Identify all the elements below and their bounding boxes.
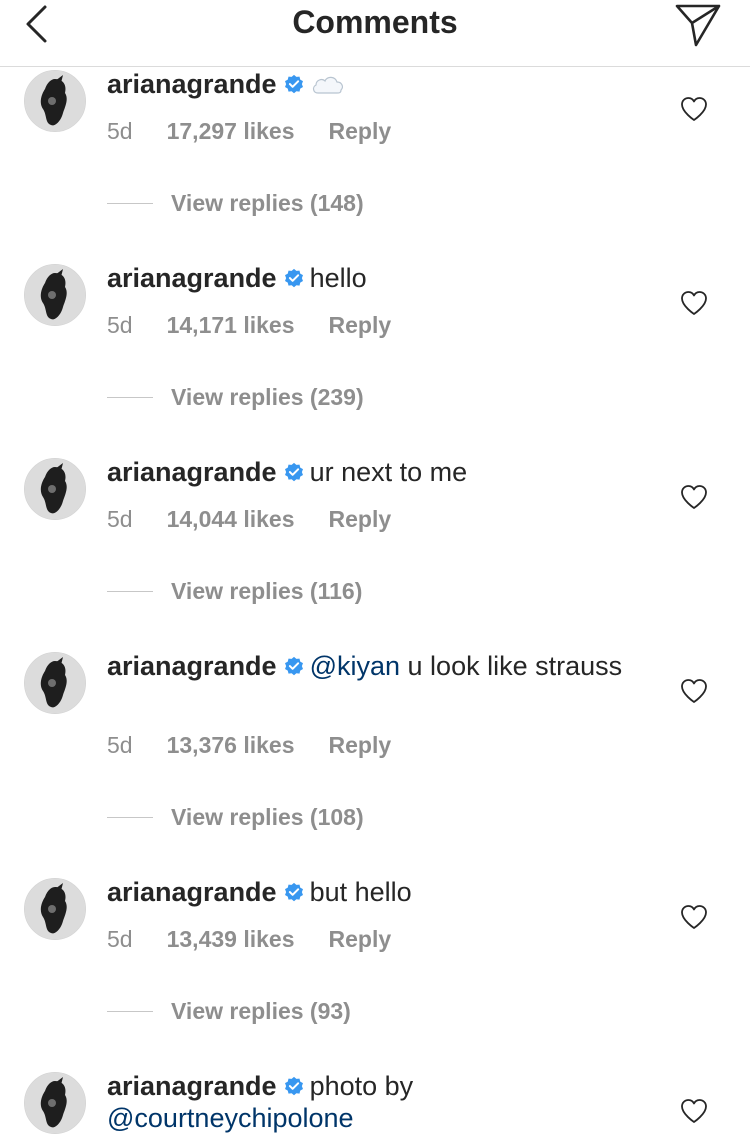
mention-link[interactable]: @kiyan <box>310 651 400 681</box>
header-bar: Comments <box>0 0 750 67</box>
view-replies-button[interactable]: View replies (93) <box>107 998 351 1025</box>
page-title: Comments <box>292 4 458 40</box>
username[interactable]: arianagrande <box>107 263 277 293</box>
view-replies-label: View replies (116) <box>171 578 363 604</box>
reply-button[interactable]: Reply <box>329 118 392 145</box>
view-replies-button[interactable]: View replies (148) <box>107 190 364 217</box>
comment-text: arianagrande hello <box>107 262 647 294</box>
avatar[interactable] <box>24 264 86 326</box>
heart-icon[interactable] <box>680 96 708 122</box>
verified-badge-icon <box>284 268 303 288</box>
reply-button[interactable]: Reply <box>329 732 392 759</box>
comment-text: arianagrande ur next to me <box>107 456 647 488</box>
verified-badge-icon <box>284 656 303 676</box>
comment-likes[interactable]: 13,376 likes <box>167 732 295 759</box>
mention-link[interactable]: @courtneychipolone <box>107 1103 354 1133</box>
reply-button[interactable]: Reply <box>329 506 392 533</box>
comments-list: arianagrande 5d 17,297 likes Reply View … <box>0 0 750 1141</box>
comment-time: 5d <box>107 926 133 952</box>
username[interactable]: arianagrande <box>107 457 277 487</box>
reply-button[interactable]: Reply <box>329 926 392 953</box>
comment-likes[interactable]: 13,439 likes <box>167 926 295 953</box>
view-replies-button[interactable]: View replies (239) <box>107 384 364 411</box>
replies-divider <box>107 1011 153 1012</box>
comment-meta: 5d 13,439 likes Reply <box>107 926 391 953</box>
replies-divider <box>107 397 153 398</box>
comment-body: photo by <box>309 1071 414 1101</box>
username[interactable]: arianagrande <box>107 877 277 907</box>
avatar[interactable] <box>24 878 86 940</box>
comment-body: hello <box>309 263 367 293</box>
comment-time: 5d <box>107 312 133 338</box>
comment-time: 5d <box>107 506 133 532</box>
comment-text: arianagrande <box>107 68 647 100</box>
avatar[interactable] <box>24 1072 86 1134</box>
comment-meta: 5d 14,044 likes Reply <box>107 506 391 533</box>
username[interactable]: arianagrande <box>107 1071 277 1101</box>
comment-body: but hello <box>309 877 412 907</box>
verified-badge-icon <box>284 74 303 94</box>
heart-icon[interactable] <box>680 290 708 316</box>
paper-plane-icon <box>675 4 721 47</box>
comment-body: ur next to me <box>309 457 468 487</box>
comment-time: 5d <box>107 732 133 758</box>
share-button[interactable] <box>672 0 724 50</box>
verified-badge-icon <box>284 1076 303 1096</box>
verified-badge-icon <box>284 882 303 902</box>
comment-meta: 5d 13,376 likes Reply <box>107 732 391 759</box>
comment-body: u look like strauss <box>400 651 623 681</box>
username[interactable]: arianagrande <box>107 69 277 99</box>
verified-badge-icon <box>284 462 303 482</box>
comment-time: 5d <box>107 118 133 144</box>
heart-icon[interactable] <box>680 1098 708 1124</box>
comment-meta: 5d 17,297 likes Reply <box>107 118 391 145</box>
comment-likes[interactable]: 14,044 likes <box>167 506 295 533</box>
comment-text: arianagrande but hello <box>107 876 647 908</box>
comment-likes[interactable]: 14,171 likes <box>167 312 295 339</box>
comment-likes[interactable]: 17,297 likes <box>167 118 295 145</box>
view-replies-button[interactable]: View replies (108) <box>107 804 364 831</box>
reply-button[interactable]: Reply <box>329 312 392 339</box>
view-replies-button[interactable]: View replies (116) <box>107 578 362 605</box>
replies-divider <box>107 591 153 592</box>
avatar[interactable] <box>24 652 86 714</box>
cloud-emoji-icon <box>312 76 343 94</box>
comment-text: arianagrande @kiyan u look like strauss <box>107 650 647 682</box>
heart-icon[interactable] <box>680 904 708 930</box>
view-replies-label: View replies (148) <box>171 190 364 216</box>
avatar[interactable] <box>24 70 86 132</box>
heart-icon[interactable] <box>680 678 708 704</box>
replies-divider <box>107 203 153 204</box>
avatar[interactable] <box>24 458 86 520</box>
comment-text: arianagrande photo by @courtneychipolone <box>107 1070 647 1134</box>
view-replies-label: View replies (108) <box>171 804 364 830</box>
replies-divider <box>107 817 153 818</box>
username[interactable]: arianagrande <box>107 651 277 681</box>
view-replies-label: View replies (239) <box>171 384 364 410</box>
comment-meta: 5d 14,171 likes Reply <box>107 312 391 339</box>
heart-icon[interactable] <box>680 484 708 510</box>
view-replies-label: View replies (93) <box>171 998 351 1024</box>
